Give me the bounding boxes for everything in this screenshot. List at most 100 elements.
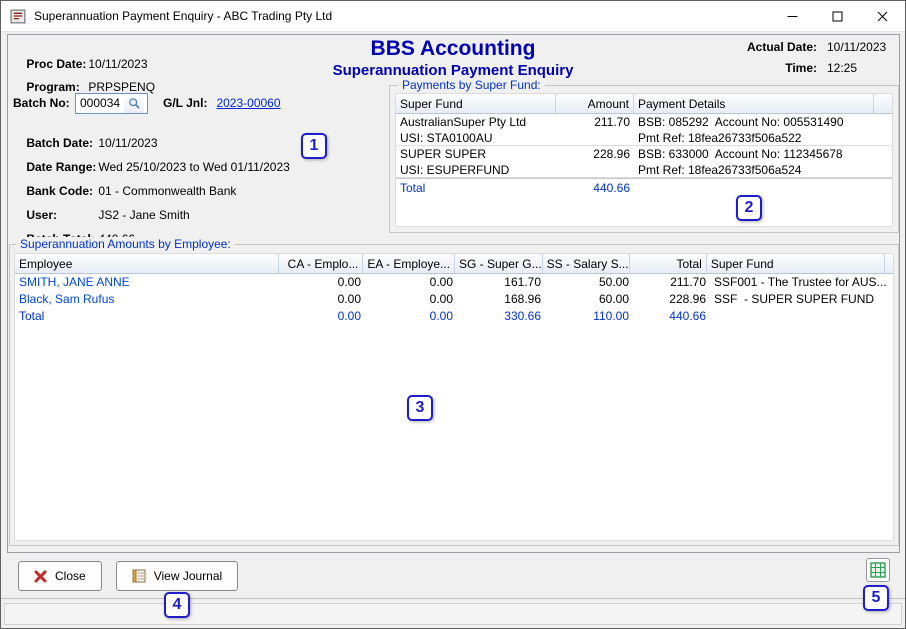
window-title: Superannuation Payment Enquiry - ABC Tra… (34, 9, 332, 23)
column-header-filler (874, 94, 892, 114)
window-controls (770, 1, 905, 31)
export-excel-button[interactable] (866, 558, 890, 582)
annotation-3: 3 (407, 395, 433, 421)
actual-date-label: Actual Date: (747, 40, 817, 54)
payment-details: Pmt Ref: 18fea26733f506a522 (634, 130, 874, 145)
employee-ea: 0.00 (365, 291, 457, 308)
app-icon (10, 8, 27, 25)
employees-total-label: Total (15, 308, 280, 325)
column-header-payment-details: Payment Details (634, 94, 874, 114)
payment-amount: 228.96 (556, 146, 634, 162)
employee-total: 211.70 (633, 274, 710, 291)
payment-fund: USI: STA0100AU (396, 130, 556, 145)
close-button-label: Close (55, 569, 86, 583)
titlebar: Superannuation Payment Enquiry - ABC Tra… (1, 1, 905, 32)
gl-jnl-link[interactable]: 2023-00060 (216, 96, 280, 110)
employees-total-sg: 330.66 (457, 308, 545, 325)
maximize-button[interactable] (815, 1, 860, 31)
button-row: Close View Journal (18, 561, 238, 591)
employee-sg: 161.70 (457, 274, 545, 291)
view-journal-button[interactable]: View Journal (116, 561, 238, 591)
annotation-5: 5 (863, 585, 889, 611)
view-journal-button-label: View Journal (154, 569, 222, 583)
employee-ss: 50.00 (545, 274, 633, 291)
employees-grid: Employee CA - Emplo... EA - Employe... S… (14, 253, 894, 541)
column-header-total: Total (630, 254, 707, 274)
payments-header-row: Super Fund Amount Payment Details (396, 94, 892, 114)
batch-no-row: Batch No: G/L Jnl: 2023-00060 (13, 92, 281, 114)
employee-row[interactable]: Black, Sam Rufus 0.00 0.00 168.96 60.00 … (15, 291, 893, 308)
employee-fund: SSF001 - The Trustee for AUS... (710, 274, 889, 291)
employee-ca: 0.00 (280, 274, 365, 291)
payment-details: BSB: 633000 Account No: 112345678 (634, 146, 874, 162)
payment-row[interactable]: AustralianSuper Pty Ltd 211.70 BSB: 0852… (396, 114, 892, 130)
payments-total-label: Total (396, 179, 556, 197)
column-header-amount: Amount (556, 94, 634, 114)
minimize-button[interactable] (770, 1, 815, 31)
payment-row[interactable]: USI: STA0100AU Pmt Ref: 18fea26733f506a5… (396, 130, 892, 146)
column-header-employee: Employee (15, 254, 279, 274)
gl-jnl-label: G/L Jnl: (163, 96, 207, 110)
column-header-filler (885, 254, 893, 274)
column-header-super-fund: Super Fund (707, 254, 885, 274)
time-label: Time: (747, 61, 817, 75)
batch-no-field (75, 93, 148, 114)
payment-amount (556, 162, 634, 177)
payment-fund: USI: ESUPERFUND (396, 162, 556, 177)
actual-date-value: 10/11/2023 (827, 40, 895, 54)
employees-header-row: Employee CA - Emplo... EA - Employe... S… (15, 254, 893, 274)
payments-total-row: Total 440.66 (396, 178, 892, 197)
employee-ss: 60.00 (545, 291, 633, 308)
payments-group-title: Payments by Super Fund: (398, 78, 545, 92)
date-range-field: Date Range:Wed 25/10/2023 to Wed 01/11/2… (13, 143, 290, 159)
batch-no-input[interactable] (76, 94, 124, 112)
payment-row[interactable]: USI: ESUPERFUND Pmt Ref: 18fea26733f506a… (396, 162, 892, 178)
column-header-super-fund: Super Fund (396, 94, 556, 114)
employee-fund: SSF - SUPER SUPER FUND (710, 291, 889, 308)
journal-icon (132, 569, 146, 583)
employees-total-row: Total 0.00 0.00 330.66 110.00 440.66 (15, 308, 893, 325)
employee-ca: 0.00 (280, 291, 365, 308)
payment-details: BSB: 085292 Account No: 005531490 (634, 114, 874, 130)
column-header-ss: SS - Salary S... (543, 254, 631, 274)
batch-total-field: Batch Total:440.66 (13, 215, 135, 231)
payment-fund: AustralianSuper Pty Ltd (396, 114, 556, 130)
payment-amount (556, 130, 634, 145)
employees-total-ea: 0.00 (365, 308, 457, 325)
payment-amount: 211.70 (556, 114, 634, 130)
payments-group: Payments by Super Fund: Super Fund Amoun… (389, 85, 899, 233)
close-x-icon (34, 570, 47, 583)
employee-row[interactable]: SMITH, JANE ANNE 0.00 0.00 161.70 50.00 … (15, 274, 893, 291)
app-window: Superannuation Payment Enquiry - ABC Tra… (0, 0, 906, 629)
header-right: Actual Date: 10/11/2023 Time: 12:25 (747, 40, 895, 75)
payment-row[interactable]: SUPER SUPER 228.96 BSB: 633000 Account N… (396, 146, 892, 162)
employee-sg: 168.96 (457, 291, 545, 308)
employees-total-fund (710, 308, 889, 325)
batch-date-field: Batch Date:10/11/2023 (13, 119, 158, 135)
employees-total-ca: 0.00 (280, 308, 365, 325)
excel-icon (870, 562, 886, 578)
payments-grid: Super Fund Amount Payment Details Austra… (395, 93, 893, 227)
payment-details: Pmt Ref: 18fea26733f506a524 (634, 162, 874, 177)
employee-name: SMITH, JANE ANNE (15, 274, 280, 291)
annotation-4: 4 (164, 592, 190, 618)
column-header-ca: CA - Emplo... (279, 254, 364, 274)
employees-total-total: 440.66 (633, 308, 710, 325)
close-window-button[interactable] (860, 1, 905, 31)
employee-total: 228.96 (633, 291, 710, 308)
batch-no-label: Batch No: (13, 96, 75, 110)
column-header-sg: SG - Super G... (455, 254, 543, 274)
search-icon (128, 97, 141, 110)
annotation-2: 2 (736, 195, 762, 221)
employees-total-ss: 110.00 (545, 308, 633, 325)
payment-fund: SUPER SUPER (396, 146, 556, 162)
employee-name: Black, Sam Rufus (15, 291, 280, 308)
employees-group-title: Superannuation Amounts by Employee: (16, 237, 235, 251)
close-button[interactable]: Close (18, 561, 102, 591)
status-bar-panel (4, 603, 902, 625)
payments-total-amount: 440.66 (556, 179, 634, 197)
batch-lookup-button[interactable] (124, 94, 144, 113)
employee-ea: 0.00 (365, 274, 457, 291)
employees-group: Superannuation Amounts by Employee: Empl… (9, 244, 899, 546)
status-bar (1, 598, 905, 628)
